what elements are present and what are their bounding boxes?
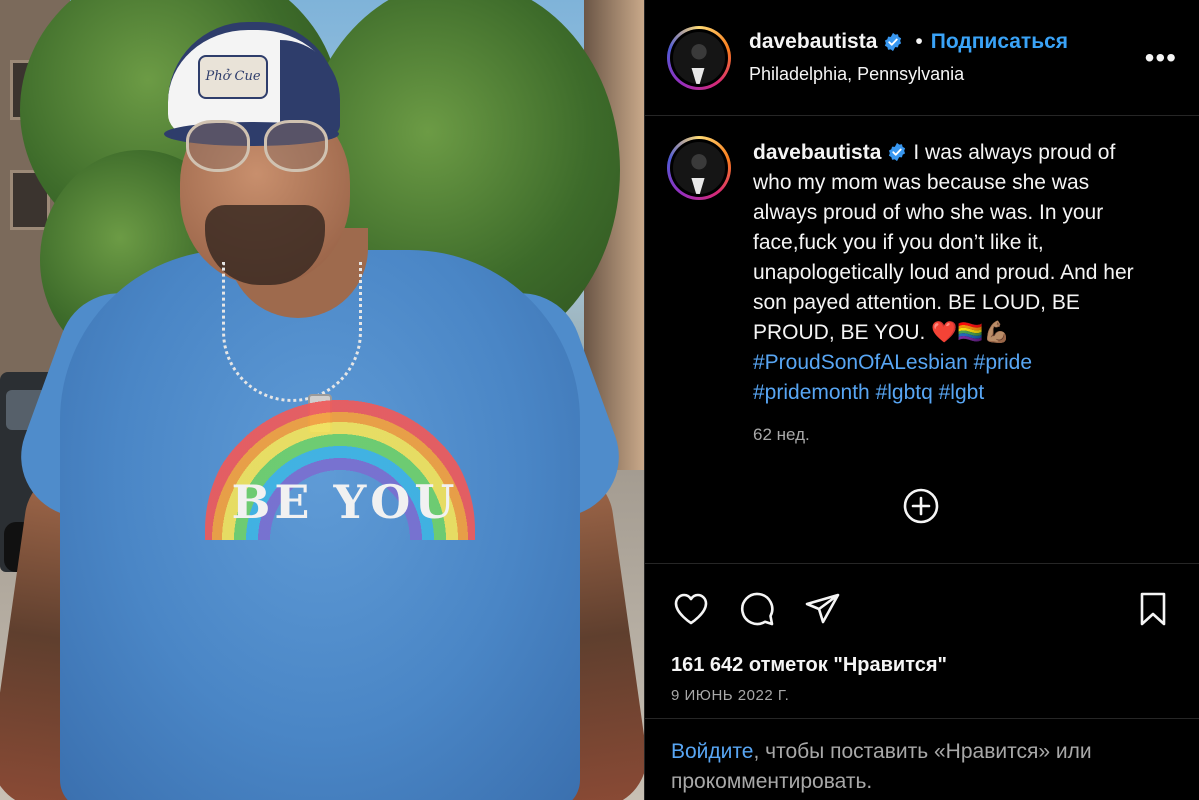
aviator-sunglasses: [186, 120, 336, 182]
caption-body: davebautista I was always proud of who m…: [753, 138, 1153, 563]
person: Phở Cue BE YOU: [0, 0, 644, 800]
post-photo[interactable]: Phở Cue BE YOU: [0, 0, 644, 800]
post-header: davebautista • Подписаться Philadelphia,…: [645, 0, 1199, 116]
caption-avatar[interactable]: [667, 136, 731, 200]
bookmark-icon[interactable]: [1133, 589, 1173, 629]
verified-badge-icon: [885, 32, 902, 52]
follow-button[interactable]: Подписаться: [931, 30, 1068, 54]
like-count[interactable]: 161 642 отметок "Нравится": [645, 654, 1199, 677]
heart-icon[interactable]: [671, 589, 711, 629]
necklace-chain: [222, 262, 362, 402]
caption-time[interactable]: 62 нед.: [753, 420, 1153, 450]
avatar: [673, 142, 725, 194]
shirt-text: BE YOU: [231, 475, 459, 529]
login-prompt: Войдите, чтобы поставить «Нравится» или …: [645, 718, 1199, 800]
more-options-icon[interactable]: •••: [1145, 43, 1177, 72]
avatar: [673, 31, 725, 84]
caption-section: davebautista I was always proud of who m…: [645, 116, 1199, 564]
verified-badge-icon: [889, 142, 906, 162]
header-text: davebautista • Подписаться Philadelphia,…: [749, 30, 1135, 85]
post-actions: [645, 566, 1199, 652]
post-location[interactable]: Philadelphia, Pennsylvania: [749, 64, 1135, 85]
caption-text: I was always proud of who my mom was bec…: [753, 141, 1134, 344]
baseball-cap: Phở Cue: [164, 22, 340, 146]
post-side-panel: davebautista • Подписаться Philadelphia,…: [644, 0, 1199, 800]
author-avatar-story-ring[interactable]: [667, 25, 731, 90]
author-username[interactable]: davebautista: [749, 30, 877, 54]
add-comment-icon[interactable]: [901, 486, 941, 526]
caption-username[interactable]: davebautista: [753, 141, 881, 164]
share-icon[interactable]: [803, 589, 843, 629]
comment-icon[interactable]: [737, 589, 777, 629]
post-date[interactable]: 9 ИЮНЬ 2022 Г.: [645, 687, 1199, 704]
caption-hashtags[interactable]: #ProudSonOfALesbian #pride #pridemonth #…: [753, 348, 1153, 408]
login-link[interactable]: Войдите: [671, 740, 753, 763]
separator-dot: •: [915, 30, 923, 53]
cap-patch-text: Phở Cue: [198, 55, 268, 99]
